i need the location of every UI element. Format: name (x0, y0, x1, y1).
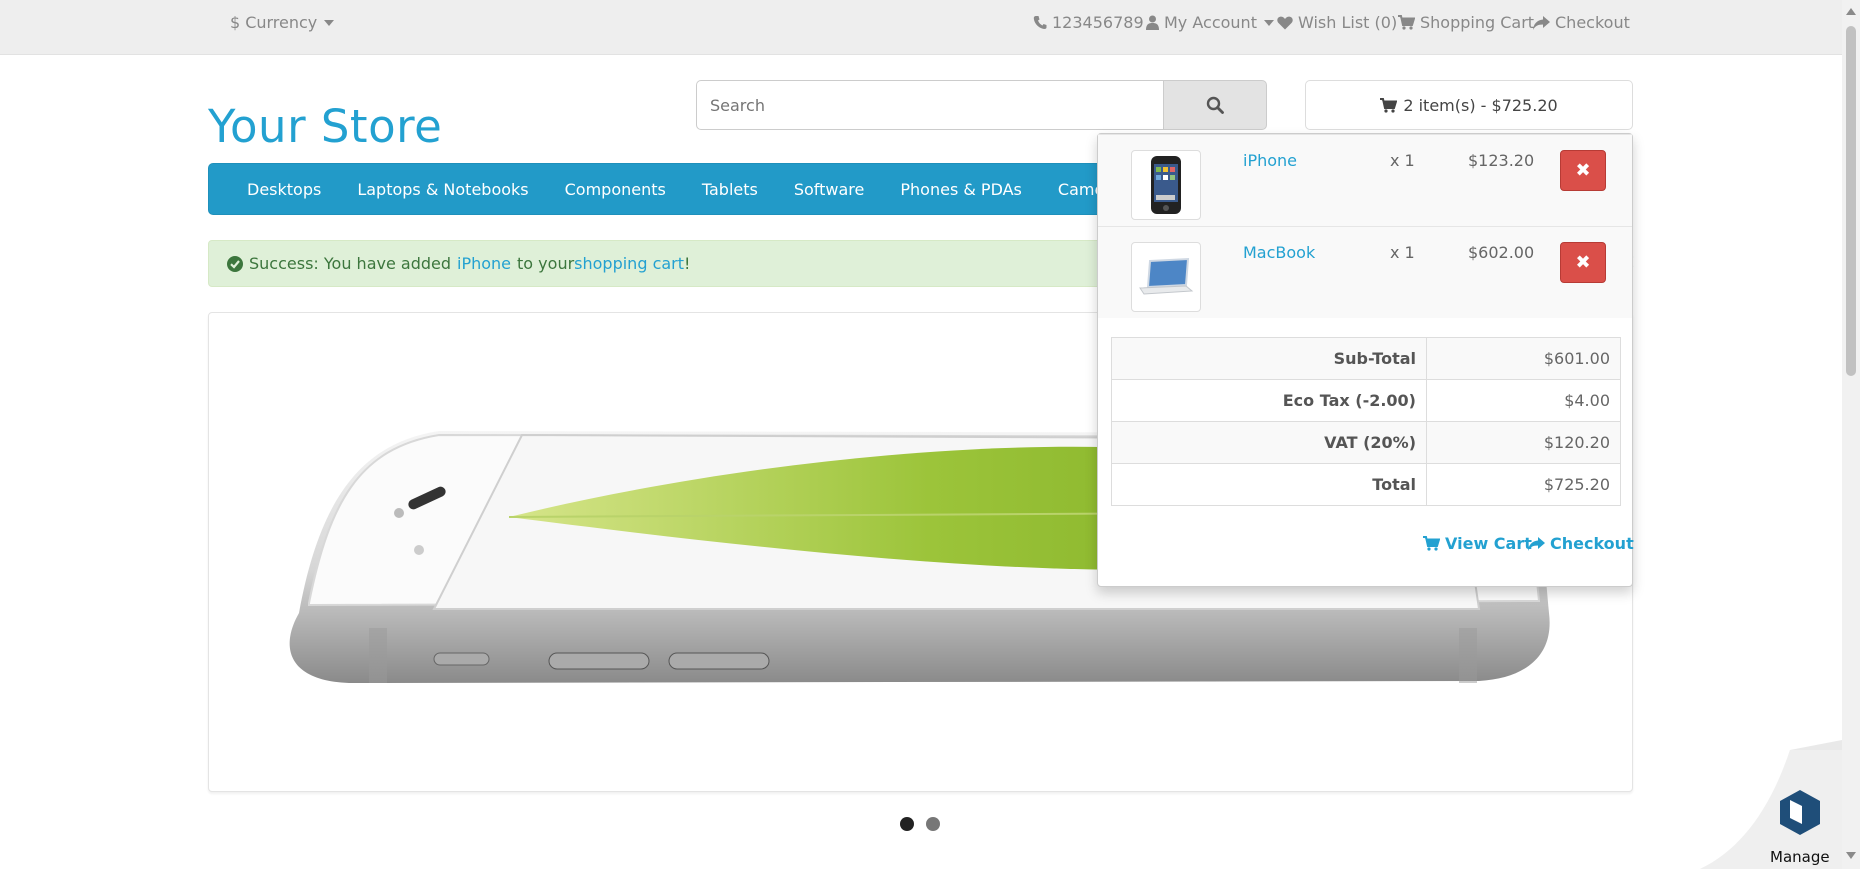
macbook-image (1139, 257, 1194, 295)
currency-dropdown[interactable]: $ Currency (230, 13, 335, 32)
manage-widget[interactable]: Manage (1700, 740, 1842, 869)
user-icon (1146, 15, 1159, 30)
cart-item-price: $123.20 (1468, 151, 1535, 170)
checkout-link[interactable]: Checkout (1533, 13, 1630, 32)
my-account-label: My Account (1164, 13, 1257, 32)
shopping-cart-link[interactable]: Shopping Cart (1398, 13, 1534, 32)
wish-list-link[interactable]: Wish List (0) (1277, 13, 1397, 32)
cart-item-qty: x 1 (1390, 243, 1415, 262)
remove-item-button[interactable]: ✖ (1560, 150, 1606, 191)
product-thumbnail-macbook[interactable] (1131, 242, 1201, 312)
alert-suffix: ! (684, 254, 691, 273)
wish-list-label: Wish List (0) (1298, 13, 1398, 32)
shopping-cart-label: Shopping Cart (1420, 13, 1535, 32)
totals-value: $601.00 (1426, 337, 1621, 380)
nav-item-phones[interactable]: Phones & PDAs (882, 180, 1040, 199)
remove-item-button[interactable]: ✖ (1560, 242, 1606, 283)
slide-dot[interactable] (926, 817, 940, 831)
currency-symbol: $ (230, 13, 241, 32)
slideshow-pagination (900, 817, 940, 831)
totals-value: $4.00 (1426, 379, 1621, 422)
totals-label: VAT (20%) (1111, 421, 1427, 464)
my-account-dropdown[interactable]: My Account (1146, 13, 1274, 32)
share-icon (1533, 15, 1550, 30)
nav-item-desktops[interactable]: Desktops (229, 180, 339, 199)
totals-row: Total $725.20 (1111, 463, 1621, 506)
nav-item-tablets[interactable]: Tablets (684, 180, 776, 199)
nav-item-laptops[interactable]: Laptops & Notebooks (339, 180, 546, 199)
cart-item-name[interactable]: MacBook (1243, 243, 1315, 262)
caret-down-icon (1263, 19, 1274, 26)
times-icon: ✖ (1575, 160, 1591, 181)
totals-label: Total (1111, 463, 1427, 506)
cart-button[interactable]: 2 item(s) - $725.20 (1305, 80, 1633, 130)
page-scrollbar[interactable] (1842, 0, 1860, 869)
product-thumbnail-iphone[interactable] (1131, 150, 1201, 220)
cart-dropdown: iPhone x 1 $123.20 ✖ MacBook x 1 $602.00… (1097, 133, 1634, 587)
cart-totals-table: Sub-Total $601.00 Eco Tax (-2.00) $4.00 … (1111, 337, 1621, 506)
search-input[interactable] (696, 80, 1163, 130)
alert-prefix: Success: You have added (249, 254, 452, 273)
cart-icon (1380, 97, 1398, 113)
search-button[interactable] (1163, 80, 1267, 130)
phone-icon (1033, 16, 1047, 29)
manage-label: Manage (1770, 848, 1830, 866)
alert-middle: to your (517, 254, 575, 273)
totals-row: Sub-Total $601.00 (1111, 337, 1621, 380)
totals-row: VAT (20%) $120.20 (1111, 421, 1621, 464)
phone-number: 123456789 (1052, 13, 1144, 32)
heart-icon (1277, 16, 1293, 29)
cart-item-name[interactable]: iPhone (1243, 151, 1297, 170)
cart-item-row: iPhone x 1 $123.20 ✖ (1098, 134, 1632, 226)
slide-dot[interactable] (900, 817, 914, 831)
view-cart-label: View Cart (1445, 534, 1532, 553)
check-circle-icon (227, 255, 243, 272)
caret-down-icon (324, 19, 335, 26)
alert-product-link[interactable]: iPhone (457, 254, 511, 273)
dropdown-checkout-link[interactable]: Checkout (1528, 534, 1634, 553)
store-logo[interactable]: Your Store (208, 100, 442, 153)
totals-row: Eco Tax (-2.00) $4.00 (1111, 379, 1621, 422)
alert-cart-link[interactable]: shopping cart (574, 254, 684, 273)
cart-item-qty: x 1 (1390, 151, 1415, 170)
cart-icon (1398, 15, 1415, 30)
cart-item-price: $602.00 (1468, 243, 1535, 262)
checkout-label: Checkout (1555, 13, 1630, 32)
cart-icon (1423, 536, 1440, 551)
currency-label: Currency (245, 13, 318, 32)
cart-item-row: MacBook x 1 $602.00 ✖ (1098, 226, 1632, 318)
cart-summary: 2 item(s) - $725.20 (1403, 95, 1558, 115)
nav-item-software[interactable]: Software (776, 180, 883, 199)
share-icon (1528, 536, 1545, 551)
search-icon (1206, 96, 1224, 114)
scroll-thumb[interactable] (1846, 26, 1856, 376)
scroll-down-icon[interactable] (1846, 852, 1856, 859)
top-bar: $ Currency 123456789 My Account Wish Lis… (0, 0, 1842, 55)
scroll-up-icon[interactable] (1846, 8, 1856, 15)
phone-link[interactable]: 123456789 (1033, 13, 1144, 32)
totals-value: $120.20 (1426, 421, 1621, 464)
iphone-image (1151, 156, 1181, 214)
dropdown-checkout-label: Checkout (1550, 534, 1634, 553)
times-icon: ✖ (1575, 252, 1591, 273)
nav-item-components[interactable]: Components (547, 180, 684, 199)
totals-label: Sub-Total (1111, 337, 1427, 380)
totals-value: $725.20 (1426, 463, 1621, 506)
view-cart-link[interactable]: View Cart (1423, 534, 1532, 553)
totals-label: Eco Tax (-2.00) (1111, 379, 1427, 422)
